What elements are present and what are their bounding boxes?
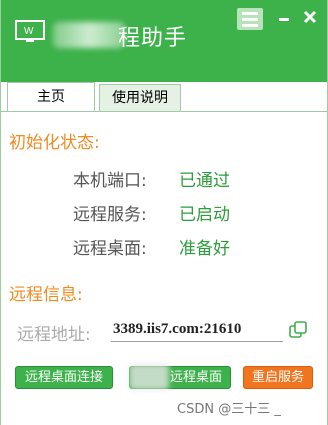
tab-instructions[interactable]: 使用说明 (99, 84, 181, 111)
remote-desktop-label: 远程桌面: (73, 239, 147, 259)
svg-text:W: W (24, 26, 34, 37)
restart-service-button[interactable]: 重启服务 (243, 366, 313, 389)
menu-bar-3 (242, 24, 258, 27)
window-title: 远程助手 (119, 20, 187, 52)
remote-service-label: 远程服务: (73, 205, 147, 225)
remote-service-value: 已启动 (179, 205, 230, 225)
remote-info-title: 远程信息: (9, 285, 83, 305)
menu-bar-1 (242, 12, 258, 15)
local-port-value: 已通过 (179, 171, 230, 191)
init-status-title: 初始化状态: (9, 133, 100, 153)
tab-home[interactable]: 主页 (7, 82, 95, 112)
remote-address-label: 远程地址: (17, 325, 91, 345)
button-redacted-blur (129, 364, 169, 390)
minimize-button[interactable] (275, 8, 293, 26)
remote-address-field[interactable] (111, 318, 283, 342)
title-redacted-blur (53, 22, 125, 48)
monitor-icon: W (15, 20, 45, 42)
close-button[interactable] (301, 8, 319, 26)
title-bar[interactable]: W 远程助手 (1, 0, 327, 82)
remote-desktop-value: 准备好 (179, 239, 230, 259)
remote-desktop-connect-button[interactable]: 远程桌面连接 (15, 366, 113, 389)
csdn-watermark: CSDN @三十三 _ (177, 402, 281, 417)
menu-bar-2 (242, 18, 258, 21)
copy-icon[interactable] (289, 321, 307, 339)
tab-content-border (1, 111, 327, 112)
local-port-label: 本机端口: (73, 171, 147, 191)
remote-assistant-window: W 远程助手 主页 使用说明 初始化状态: 本机端口: 已通过 远程服务: 已启… (0, 0, 328, 425)
menu-button[interactable] (237, 8, 263, 30)
